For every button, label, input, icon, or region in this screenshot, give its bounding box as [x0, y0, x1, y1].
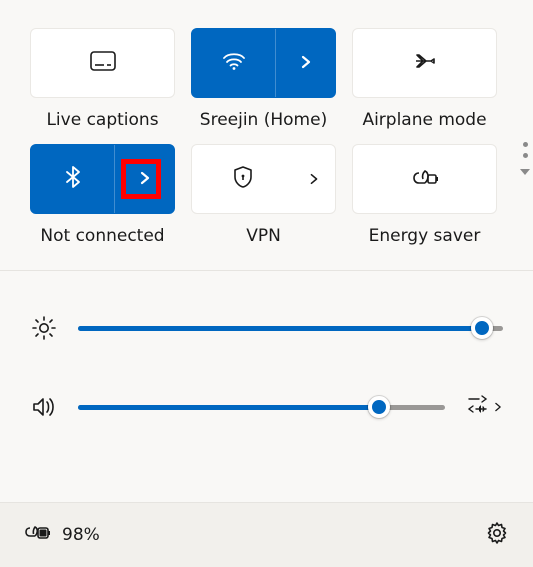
gear-icon: [485, 530, 509, 549]
vpn-toggle[interactable]: [192, 165, 293, 193]
bluetooth-label: Not connected: [40, 226, 164, 246]
airplane-icon: [413, 50, 437, 76]
bluetooth-expand-button[interactable]: [114, 145, 174, 213]
sliders-section: [0, 271, 533, 453]
vpn-label: VPN: [246, 226, 281, 246]
chevron-right-icon: [308, 170, 320, 189]
dot-icon: [523, 142, 528, 147]
energy-saver-icon: [411, 167, 439, 191]
caret-down-icon: [519, 168, 531, 176]
slider-thumb[interactable]: [471, 317, 493, 339]
brightness-icon: [30, 315, 58, 341]
dot-icon: [523, 153, 528, 158]
brightness-row: [30, 315, 503, 341]
volume-row: [30, 395, 503, 419]
settings-button[interactable]: [485, 521, 509, 549]
vpn-expand-button[interactable]: [293, 145, 335, 213]
battery-status[interactable]: 98%: [24, 524, 100, 547]
live-captions-tile[interactable]: [30, 28, 175, 98]
tile-group-bluetooth: Not connected: [30, 144, 175, 246]
slider-thumb[interactable]: [368, 396, 390, 418]
tile-group-vpn: VPN: [191, 144, 336, 246]
wifi-icon: [222, 51, 246, 75]
slider-fill: [78, 326, 482, 331]
captions-icon: [90, 51, 116, 75]
chevron-right-icon: [493, 398, 503, 417]
shield-lock-icon: [232, 165, 254, 193]
bluetooth-icon: [65, 165, 81, 193]
tile-group-energy: Energy saver: [352, 144, 497, 246]
slider-fill: [78, 405, 379, 410]
bluetooth-tile[interactable]: [30, 144, 175, 214]
footer-bar: 98%: [0, 502, 533, 567]
tile-group-airplane: Airplane mode: [352, 28, 497, 130]
wifi-tile[interactable]: [191, 28, 336, 98]
quick-settings-grid: Live captions: [0, 0, 533, 270]
airplane-label: Airplane mode: [362, 110, 486, 130]
wifi-label: Sreejin (Home): [200, 110, 327, 130]
wifi-toggle[interactable]: [192, 51, 275, 75]
volume-icon: [30, 396, 58, 418]
tile-group-wifi: Sreejin (Home): [191, 28, 336, 130]
audio-output-icon: [465, 395, 489, 419]
brightness-slider[interactable]: [78, 318, 503, 338]
panel-edge-handle[interactable]: [519, 142, 531, 176]
tile-group-live-captions: Live captions: [30, 28, 175, 130]
energy-tile[interactable]: [352, 144, 497, 214]
audio-output-button[interactable]: [465, 395, 503, 419]
battery-percent: 98%: [62, 525, 100, 545]
energy-label: Energy saver: [369, 226, 481, 246]
airplane-tile[interactable]: [352, 28, 497, 98]
vpn-tile[interactable]: [191, 144, 336, 214]
volume-slider[interactable]: [78, 397, 445, 417]
bluetooth-toggle[interactable]: [31, 165, 114, 193]
wifi-expand-button[interactable]: [275, 29, 335, 97]
battery-icon: [24, 524, 52, 547]
live-captions-label: Live captions: [46, 110, 158, 130]
chevron-right-icon: [138, 170, 152, 189]
chevron-right-icon: [299, 54, 313, 73]
